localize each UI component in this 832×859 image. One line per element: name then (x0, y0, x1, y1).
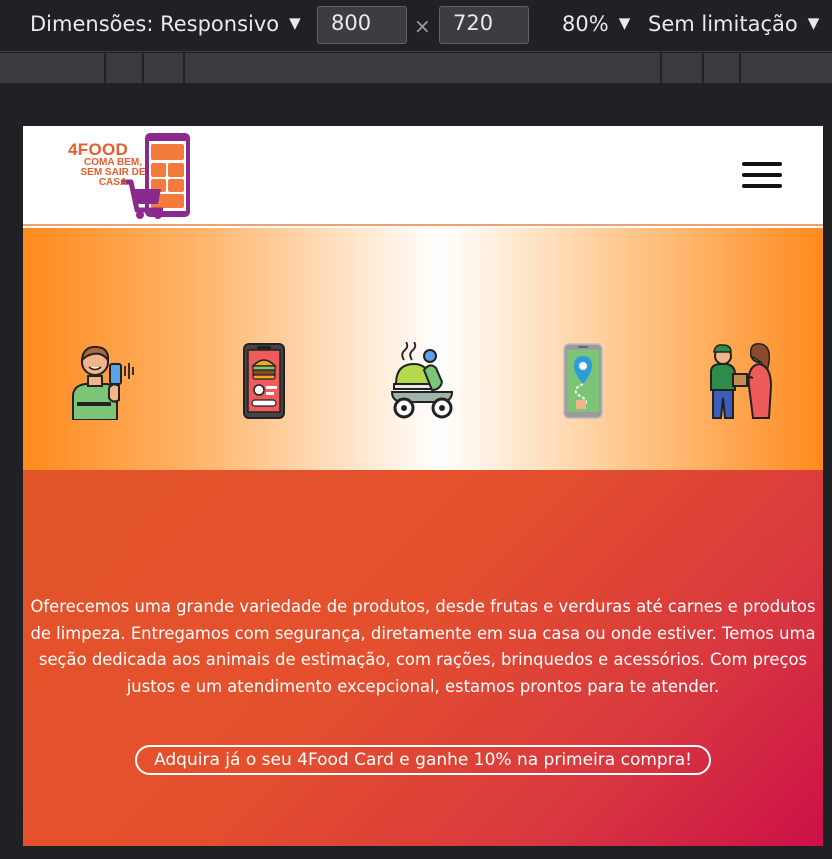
throttle-label: Sem limitação (648, 12, 798, 36)
dimensions-dropdown[interactable]: Dimensões: Responsivo ▼ (30, 12, 301, 36)
features-icon-band (23, 228, 823, 470)
promo-section: Oferecemos uma grande variedade de produ… (23, 470, 823, 846)
promo-description: Oferecemos uma grande variedade de produ… (30, 597, 816, 696)
media-query-segment[interactable] (660, 53, 662, 83)
media-query-segment[interactable] (104, 53, 106, 83)
location-map-phone-icon (563, 343, 603, 419)
delivery-scooter-icon (390, 342, 454, 419)
emulated-viewport: 4FOOD COMA BEM, SEM SAIR DE CASA Oferece… (23, 126, 823, 846)
food-card-cta-button[interactable]: Adquira já o seu 4Food Card e ganhe 10% … (135, 745, 711, 775)
width-input[interactable]: 800 (317, 6, 407, 44)
devtools-toolbar: Dimensões: Responsivo ▼ 800 × 720 80% ▼ … (0, 0, 832, 52)
throttle-dropdown[interactable]: Sem limitação ▼ (648, 12, 819, 36)
zoom-dropdown[interactable]: 80% ▼ (562, 12, 630, 36)
media-query-segment[interactable] (739, 53, 741, 83)
person-with-phone-icon (72, 345, 134, 420)
phone-order-app-icon (243, 343, 285, 419)
delivery-handoff-icon (710, 343, 773, 419)
logo[interactable]: 4FOOD COMA BEM, SEM SAIR DE CASA (67, 132, 197, 222)
dimensions-label: Dimensões: Responsivo (30, 12, 280, 36)
menu-toggle-button[interactable] (742, 162, 784, 192)
logo-tagline: COMA BEM, SEM SAIR DE CASA (80, 157, 146, 188)
zoom-label: 80% (562, 12, 609, 36)
media-query-segment[interactable] (142, 53, 144, 83)
caret-down-icon: ▼ (618, 14, 631, 32)
media-query-segment[interactable] (702, 53, 704, 83)
caret-down-icon: ▼ (807, 14, 820, 32)
times-icon: × (414, 14, 431, 38)
media-query-bar (0, 53, 832, 83)
caret-down-icon: ▼ (289, 14, 301, 32)
media-query-segment[interactable] (183, 53, 185, 83)
site-header: 4FOOD COMA BEM, SEM SAIR DE CASA (23, 126, 823, 226)
height-input[interactable]: 720 (439, 6, 529, 44)
hamburger-icon (742, 162, 782, 166)
